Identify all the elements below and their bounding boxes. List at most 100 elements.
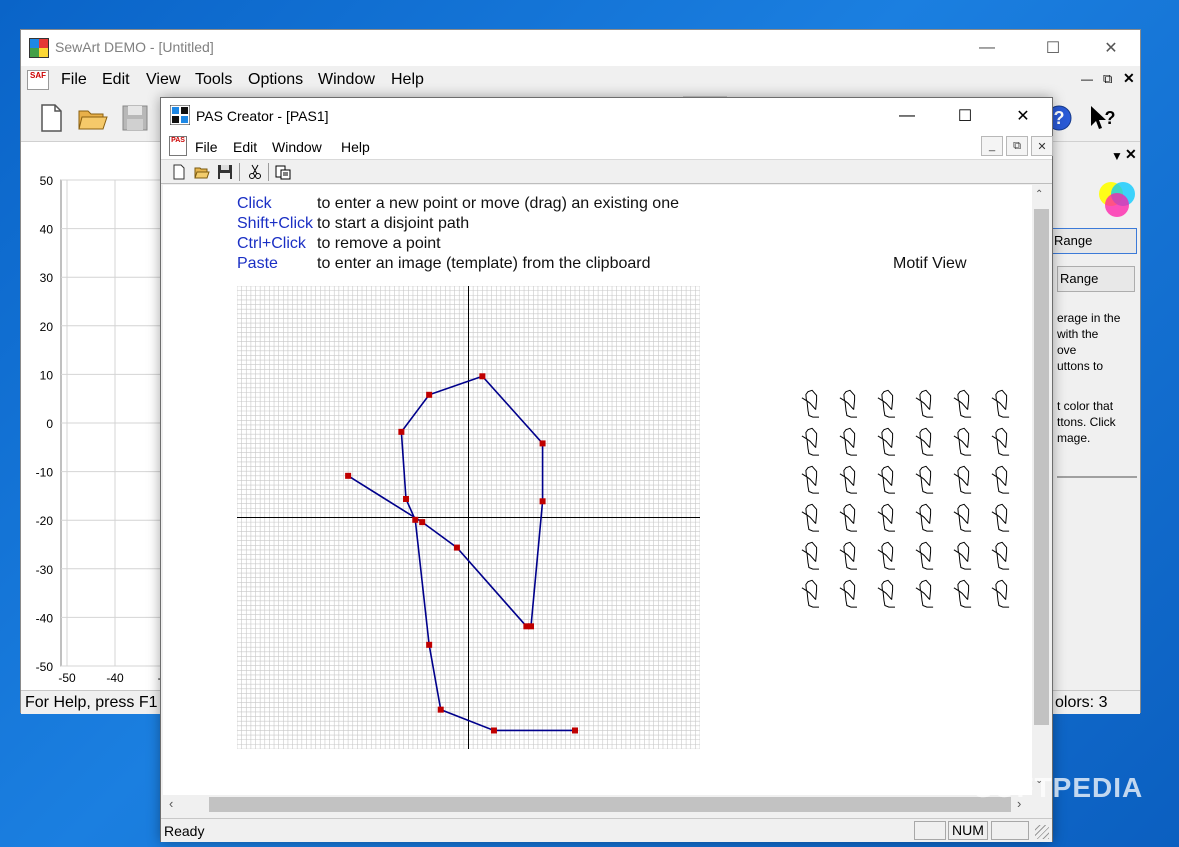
motif-tile [801, 465, 819, 494]
pas-cut-icon[interactable] [247, 164, 263, 180]
scroll-left-icon[interactable]: ‹ [169, 796, 173, 811]
panel-help-line: uttons to [1057, 359, 1104, 373]
pas-open-icon[interactable] [194, 164, 210, 180]
pas-status-text: Ready [164, 823, 205, 839]
pas-new-icon[interactable] [171, 164, 187, 180]
mdi-restore-icon[interactable]: ⧉ [1103, 71, 1112, 87]
main-menu-options[interactable]: Options [248, 71, 303, 89]
path-point [453, 544, 460, 551]
pas-doc-icon[interactable]: PAS [169, 136, 187, 156]
range-button-1[interactable]: Range [1051, 228, 1137, 254]
main-menu-tools[interactable]: Tools [195, 71, 232, 89]
y-tick-label: -40 [36, 611, 54, 625]
pas-minimize-button[interactable]: — [884, 98, 930, 134]
pas-menu-file[interactable]: File [195, 139, 218, 155]
mdi-minimize-icon[interactable]: — [1081, 72, 1093, 86]
motif-tile [839, 427, 857, 456]
panel-help-line: erage in the [1057, 311, 1121, 325]
range-button-2[interactable]: Range [1057, 266, 1135, 292]
motif-tile [915, 503, 934, 532]
motif-tile [991, 503, 1010, 532]
motif-tile [839, 389, 857, 418]
whats-this-help-icon[interactable]: ? [1085, 102, 1117, 134]
main-status-text: For Help, press F1 [25, 694, 158, 711]
motif-tile [915, 579, 934, 608]
toolbar-separator [239, 163, 240, 181]
pas-menu-window[interactable]: Window [272, 139, 322, 155]
main-menu-view[interactable]: View [146, 71, 180, 89]
path-point [419, 519, 426, 526]
pas-title-bar[interactable]: PAS Creator - [PAS1] — ☐ ✕ [161, 98, 1052, 134]
main-title-bar[interactable]: SewArt DEMO - [Untitled] — ☐ ✕ [21, 30, 1140, 66]
pas-window-title: PAS Creator - [PAS1] [196, 108, 329, 124]
pas-mdi-close-button[interactable]: ✕ [1031, 136, 1053, 156]
mdi-close-icon[interactable]: ✕ [1123, 70, 1135, 87]
main-menu-window[interactable]: Window [318, 71, 375, 89]
vertical-scroll-thumb[interactable] [1034, 209, 1049, 725]
motif-tile [991, 389, 1010, 418]
x-tick-label: -50 [58, 671, 76, 685]
motif-view-label: Motif View [893, 255, 967, 272]
save-disk-icon[interactable] [119, 102, 151, 134]
pas-app-icon [170, 105, 190, 125]
horizontal-scrollbar[interactable]: ‹ › [163, 795, 1032, 814]
main-window-title: SewArt DEMO - [Untitled] [55, 39, 214, 55]
motif-tile [877, 427, 895, 456]
motif-tile [839, 579, 857, 608]
new-file-icon[interactable] [35, 102, 67, 134]
y-tick-label: 50 [40, 174, 54, 188]
horizontal-scroll-thumb[interactable] [209, 797, 1011, 812]
path-editor-grid[interactable] [237, 286, 700, 749]
pas-mdi-minimize-button[interactable]: _ [981, 136, 1003, 156]
pas-status-bar: Ready NUM [161, 818, 1052, 842]
motif-tile [877, 465, 895, 494]
pas-close-button[interactable]: ✕ [1000, 98, 1046, 134]
main-close-button[interactable]: ✕ [1088, 30, 1134, 66]
path-point [437, 706, 444, 713]
main-menu-help[interactable]: Help [391, 71, 424, 89]
panel-dropdown-icon[interactable]: ▼ [1111, 149, 1123, 163]
motif-tile [877, 541, 895, 570]
motif-tile [877, 503, 895, 532]
color-count-text: olors: 3 [1055, 694, 1108, 711]
motif-tile [877, 579, 895, 608]
motif-tile [915, 465, 934, 494]
motif-tile [801, 579, 819, 608]
document-icon[interactable]: SAF [27, 70, 49, 90]
motif-tile [801, 541, 819, 570]
path-point [412, 516, 419, 523]
main-minimize-button[interactable]: — [964, 30, 1010, 66]
scroll-up-icon[interactable]: ⌃ [1035, 189, 1043, 200]
panel-help-line: mage. [1057, 431, 1091, 445]
path-point [528, 623, 535, 630]
path-point [490, 727, 497, 734]
main-menu-file[interactable]: File [61, 71, 87, 89]
motif-tile [915, 541, 934, 570]
pas-maximize-button[interactable]: ☐ [942, 98, 988, 134]
motif-view-preview [801, 389, 1010, 608]
pas-paste-icon[interactable] [275, 164, 291, 180]
instruction-key: Click [237, 195, 272, 212]
main-menu-edit[interactable]: Edit [102, 71, 130, 89]
status-pane-empty [991, 821, 1029, 840]
pas-menu-help[interactable]: Help [341, 139, 370, 155]
motif-tile [953, 465, 972, 494]
pas-menu-edit[interactable]: Edit [233, 139, 257, 155]
instruction-desc: to enter an image (template) from the cl… [317, 255, 651, 272]
motif-tile [953, 389, 972, 418]
pas-editor-canvas[interactable]: Click to enter a new point or move (drag… [163, 185, 1032, 795]
pas-save-icon[interactable] [217, 164, 233, 180]
vertical-scrollbar[interactable]: ⌃ ⌄ [1032, 185, 1051, 795]
instruction-key: Paste [237, 255, 278, 272]
path-point [426, 641, 433, 648]
toolbar-separator [268, 163, 269, 181]
main-maximize-button[interactable]: ☐ [1030, 30, 1076, 66]
instruction-desc: to enter a new point or move (drag) an e… [317, 195, 679, 212]
num-lock-indicator: NUM [948, 821, 988, 840]
open-folder-icon[interactable] [77, 102, 109, 134]
resize-grip-icon[interactable] [1035, 825, 1049, 839]
panel-close-icon[interactable]: ✕ [1125, 146, 1137, 163]
panel-help-line: t color that [1057, 399, 1114, 413]
pas-mdi-restore-button[interactable]: ⧉ [1006, 136, 1028, 156]
motif-tile [991, 427, 1010, 456]
